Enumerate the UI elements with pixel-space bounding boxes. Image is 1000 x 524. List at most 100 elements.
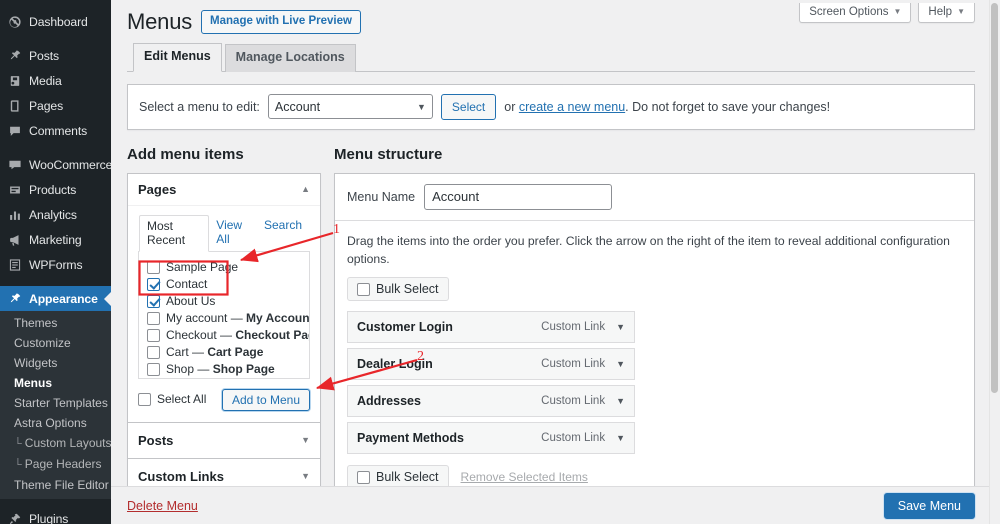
checkbox-bulk-select-top[interactable]	[357, 283, 370, 296]
pages-panel-header[interactable]: Pages ▲	[128, 174, 320, 206]
pages-icon	[7, 98, 22, 113]
menu-name-input[interactable]	[424, 184, 612, 210]
checkbox-cart[interactable]	[147, 346, 160, 359]
chevron-down-icon[interactable]: ▼	[301, 435, 310, 445]
list-item[interactable]: Shop — Shop Page	[147, 361, 301, 378]
manage-with-live-preview-button[interactable]: Manage with Live Preview	[201, 10, 361, 34]
list-item-label: About Us	[166, 294, 215, 309]
sidebar-subitem-astra-options[interactable]: Astra Options	[0, 413, 111, 433]
sidebar-item-appearance[interactable]: Appearance	[0, 286, 111, 311]
sidebar-label: Plugins	[29, 512, 68, 524]
remove-selected-items-link[interactable]: Remove Selected Items	[461, 470, 588, 484]
select-all-label: Select All	[157, 392, 206, 407]
screen-meta-links: Screen Options ▼ Help ▼	[799, 3, 975, 23]
chevron-down-icon: ▼	[894, 8, 902, 16]
main-content: Screen Options ▼ Help ▼ Menus Manage wit…	[111, 0, 991, 524]
list-item[interactable]: Sample Page	[147, 259, 301, 276]
add-to-menu-button[interactable]: Add to Menu	[222, 389, 310, 411]
sidebar-label: Media	[29, 74, 62, 88]
menu-item-row[interactable]: Dealer Login Custom Link ▼	[347, 348, 635, 380]
bulk-select-label: Bulk Select	[376, 470, 439, 484]
sidebar-item-products[interactable]: Products	[0, 177, 111, 202]
chevron-down-icon[interactable]: ▼	[616, 359, 625, 369]
menu-select-dropdown[interactable]: Account	[268, 94, 433, 119]
save-menu-button[interactable]: Save Menu	[884, 493, 975, 519]
list-item-suffix: Cart Page	[207, 345, 263, 359]
annotation-number-1: 1	[333, 222, 340, 238]
list-item-suffix: My Account Page	[246, 311, 310, 325]
screen-options-button[interactable]: Screen Options ▼	[799, 3, 911, 23]
products-icon	[7, 182, 22, 197]
sidebar-item-posts[interactable]: Posts	[0, 43, 111, 68]
menu-item-row[interactable]: Payment Methods Custom Link ▼	[347, 422, 635, 454]
sidebar-subitem-themes[interactable]: Themes	[0, 313, 111, 333]
sidebar-item-dashboard[interactable]: Dashboard	[0, 9, 111, 34]
sidebar-subitem-custom-layouts[interactable]: └Custom Layouts	[0, 433, 111, 454]
tab-view-all[interactable]: View All	[209, 215, 257, 251]
checkbox-about-us[interactable]	[147, 295, 160, 308]
sidebar-label: Dashboard	[29, 15, 88, 29]
tab-search[interactable]: Search	[257, 215, 309, 251]
create-new-menu-link[interactable]: create a new menu	[519, 100, 625, 114]
chevron-down-icon[interactable]: ▼	[616, 396, 625, 406]
chevron-down-icon[interactable]: ▼	[616, 322, 625, 332]
sidebar-item-plugins[interactable]: Plugins	[0, 506, 111, 524]
drag-hint-text: Drag the items into the order you prefer…	[347, 232, 962, 269]
sidebar-item-media[interactable]: Media	[0, 68, 111, 93]
tab-most-recent[interactable]: Most Recent	[139, 215, 209, 252]
pages-panel-title: Pages	[138, 182, 176, 197]
checkbox-my-account[interactable]	[147, 312, 160, 325]
sidebar-item-wpforms[interactable]: WPForms	[0, 252, 111, 277]
tab-edit-menus[interactable]: Edit Menus	[133, 43, 222, 72]
bulk-select-top-button[interactable]: Bulk Select	[347, 277, 449, 301]
menu-item-title: Payment Methods	[357, 431, 464, 445]
bulk-select-label: Bulk Select	[376, 282, 439, 296]
checkbox-sample-page[interactable]	[147, 261, 160, 274]
select-all-row[interactable]: Select All	[138, 391, 206, 408]
chevron-down-icon[interactable]: ▼	[616, 433, 625, 443]
chevron-up-icon[interactable]: ▲	[301, 184, 310, 194]
list-item[interactable]: About Us	[147, 293, 301, 310]
menu-item-row[interactable]: Customer Login Custom Link ▼	[347, 311, 635, 343]
page-title: Menus	[127, 8, 192, 37]
sidebar-subitem-menus[interactable]: Menus	[0, 373, 111, 393]
sidebar-item-comments[interactable]: Comments	[0, 118, 111, 143]
list-item[interactable]: My account — My Account Page	[147, 310, 301, 327]
menu-item-title: Customer Login	[357, 320, 453, 334]
menu-structure-box: Menu Name Drag the items into the order …	[334, 173, 975, 524]
sidebar-subitem-theme-file-editor[interactable]: Theme File Editor	[0, 475, 111, 495]
list-item[interactable]: Cart — Cart Page	[147, 344, 301, 361]
megaphone-icon	[7, 232, 22, 247]
menu-items-list: Customer Login Custom Link ▼ Dealer Logi…	[347, 311, 635, 454]
add-menu-items-column: Add menu items Pages ▲ Most Recent View …	[127, 144, 321, 524]
list-item[interactable]: Contact	[147, 276, 301, 293]
sidebar-subitem-starter-templates[interactable]: Starter Templates	[0, 393, 111, 413]
sidebar-item-pages[interactable]: Pages	[0, 93, 111, 118]
sidebar-item-woocommerce[interactable]: WooCommerce	[0, 152, 111, 177]
sidebar-item-analytics[interactable]: Analytics	[0, 202, 111, 227]
tab-manage-locations[interactable]: Manage Locations	[225, 44, 356, 72]
checkbox-bulk-select-bottom[interactable]	[357, 471, 370, 484]
panel-posts[interactable]: Posts ▼	[127, 423, 321, 459]
checkbox-checkout[interactable]	[147, 329, 160, 342]
sidebar-label: Appearance	[29, 292, 98, 306]
checkbox-shop[interactable]	[147, 363, 160, 376]
help-button[interactable]: Help ▼	[918, 3, 975, 23]
checkbox-select-all[interactable]	[138, 393, 151, 406]
sidebar-subitem-customize[interactable]: Customize	[0, 333, 111, 353]
select-menu-button[interactable]: Select	[441, 94, 496, 120]
list-item-label: Shop — Shop Page	[166, 362, 275, 377]
checkbox-contact[interactable]	[147, 278, 160, 291]
list-item[interactable]: Checkout — Checkout Page	[147, 327, 301, 344]
menu-structure-inner: Drag the items into the order you prefer…	[335, 221, 974, 455]
sidebar-item-marketing[interactable]: Marketing	[0, 227, 111, 252]
vertical-scrollbar[interactable]	[989, 0, 1000, 524]
chevron-down-icon[interactable]: ▼	[301, 471, 310, 481]
sidebar-subitem-page-headers[interactable]: └Page Headers	[0, 454, 111, 475]
scrollbar-thumb[interactable]	[991, 3, 998, 393]
delete-menu-link[interactable]: Delete Menu	[127, 499, 198, 513]
add-menu-items-heading: Add menu items	[127, 144, 321, 165]
sidebar-subitem-widgets[interactable]: Widgets	[0, 353, 111, 373]
menu-item-row[interactable]: Addresses Custom Link ▼	[347, 385, 635, 417]
nav-tabs: Edit Menus Manage Locations	[127, 46, 975, 72]
